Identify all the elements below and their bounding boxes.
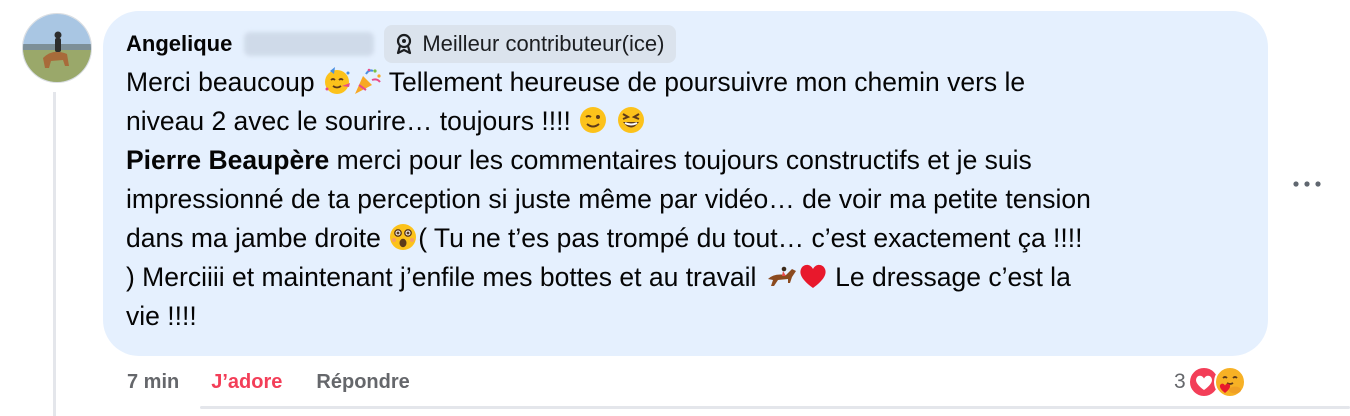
- reply-button[interactable]: Répondre: [316, 371, 409, 394]
- comment-line: vie !!!!: [126, 297, 1251, 336]
- comment-line: dans ma jambe droite ( Tu ne t’es pas tr…: [126, 219, 1251, 258]
- reaction-summary[interactable]: 3: [1174, 364, 1246, 400]
- text-segment: vie !!!!: [126, 301, 197, 331]
- comment-actions: 7 min J’adore Répondre: [127, 368, 410, 396]
- comment-line: niveau 2 avec le sourire… toujours !!!!: [126, 102, 1251, 141]
- red-heart-icon: [800, 264, 826, 288]
- winking-face-icon: [580, 107, 607, 133]
- comment-bubble: Angelique Meilleur contributeur(ice) Mer…: [103, 11, 1268, 356]
- text-segment: Tellement heureuse de poursuivre mon che…: [381, 67, 1026, 97]
- grinning-squinting-face-icon: [617, 107, 644, 133]
- astonished-face-icon: [390, 224, 417, 250]
- comment-line: impressionné de ta perception si juste m…: [126, 180, 1251, 219]
- comment-text: Merci beaucoup Tellement heureuse de pou…: [126, 63, 1251, 336]
- text-segment: niveau 2 avec le sourire… toujours !!!!: [126, 106, 579, 136]
- love-button[interactable]: J’adore: [211, 371, 282, 394]
- thread-line: [53, 92, 56, 416]
- party-popper-icon: [354, 68, 381, 94]
- comment-line: Pierre Beaupère merci pour les commentai…: [126, 141, 1251, 180]
- text-segment: ( Tu ne t’es pas trompé du tout… c’est e…: [418, 223, 1083, 253]
- care-reaction-icon: [1213, 366, 1246, 398]
- comment-line: ) Merciiii et maintenant j’enfile mes bo…: [126, 258, 1251, 297]
- author-name[interactable]: Angelique: [126, 31, 232, 57]
- more-options-button[interactable]: [1289, 172, 1325, 196]
- avatar[interactable]: [22, 13, 92, 83]
- badge-label: Meilleur contributeur(ice): [422, 31, 665, 56]
- text-segment: Merci beaucoup: [126, 67, 322, 97]
- horse-racing-icon: [767, 266, 796, 286]
- comment-line: Merci beaucoup Tellement heureuse de pou…: [126, 63, 1251, 102]
- ellipsis-icon: [1293, 181, 1321, 187]
- reply-thread-line: [200, 406, 1350, 409]
- comment-header: Angelique Meilleur contributeur(ice): [126, 25, 677, 63]
- text-segment: Le dressage c’est la: [827, 262, 1071, 292]
- text-segment: merci pour les commentaires toujours con…: [329, 145, 1032, 175]
- text-segment: dans ma jambe droite: [126, 223, 389, 253]
- badge-icon: [397, 33, 412, 55]
- mention-link[interactable]: Pierre Beaupère: [126, 145, 329, 175]
- timestamp-link[interactable]: 7 min: [127, 371, 179, 394]
- text-segment: ) Merciiii et maintenant j’enfile mes bo…: [126, 262, 764, 292]
- partying-face-icon: [324, 67, 350, 94]
- author-surname-redacted: [244, 32, 375, 56]
- top-contributor-badge[interactable]: Meilleur contributeur(ice): [384, 25, 677, 63]
- reaction-count: 3: [1174, 370, 1186, 393]
- text-segment: impressionné de ta perception si juste m…: [126, 184, 1091, 214]
